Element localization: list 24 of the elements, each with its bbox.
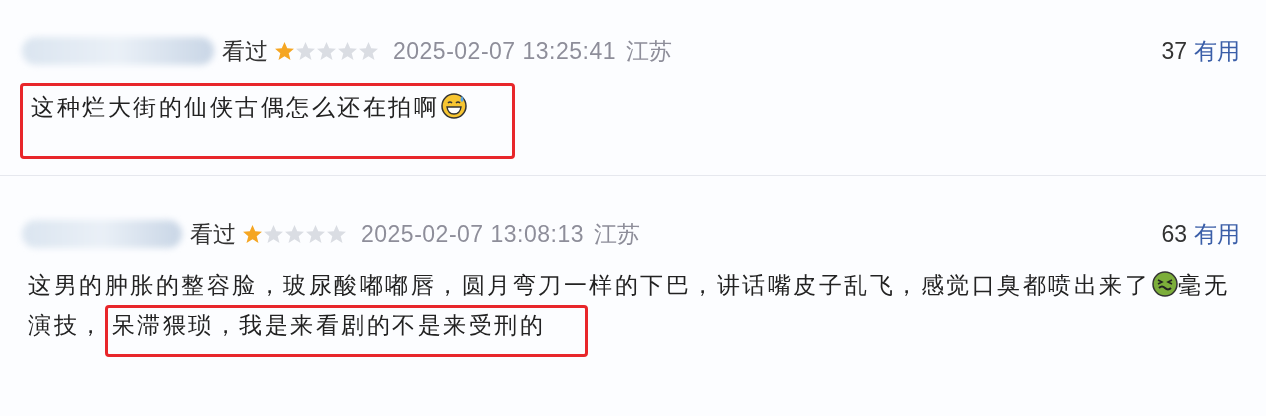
star-icon (263, 223, 284, 245)
star-icon (284, 223, 305, 245)
comment-text: 这男的肿胀的整容脸，玻尿酸嘟嘟唇，圆月弯刀一样的下巴，讲话嘴皮子乱飞，感觉口臭都喷出来了 毫无演技， 呆滞猥琐，我是来看剧的不是来受刑的 (28, 266, 1230, 357)
star-icon (326, 223, 347, 245)
comment-location: 江苏 (594, 219, 641, 249)
vote-count: 37 (1161, 36, 1187, 66)
comment-text: 这种烂大街的仙侠古偶怎么还在拍啊 (20, 83, 1222, 159)
watch-status: 看过 (190, 219, 236, 249)
star-icon (295, 40, 316, 62)
vote-count: 63 (1161, 219, 1187, 249)
comment-time: 2025-02-07 13:08:13 (361, 219, 585, 249)
comment-location: 江苏 (626, 36, 673, 66)
star-icon (358, 40, 379, 62)
star-icon (305, 223, 326, 245)
comment-time: 2025-02-07 13:25:41 (393, 36, 617, 66)
useful-link[interactable]: 有用 (1194, 216, 1240, 252)
star-icon (337, 40, 358, 62)
star-icon (242, 223, 263, 245)
star-icon (274, 40, 295, 62)
useful-link[interactable]: 有用 (1194, 33, 1240, 69)
star-icon (316, 40, 337, 62)
watch-status: 看过 (222, 36, 268, 66)
grinning-sweat-emoji-icon (441, 93, 467, 119)
nauseated-emoji-icon (1152, 271, 1178, 297)
